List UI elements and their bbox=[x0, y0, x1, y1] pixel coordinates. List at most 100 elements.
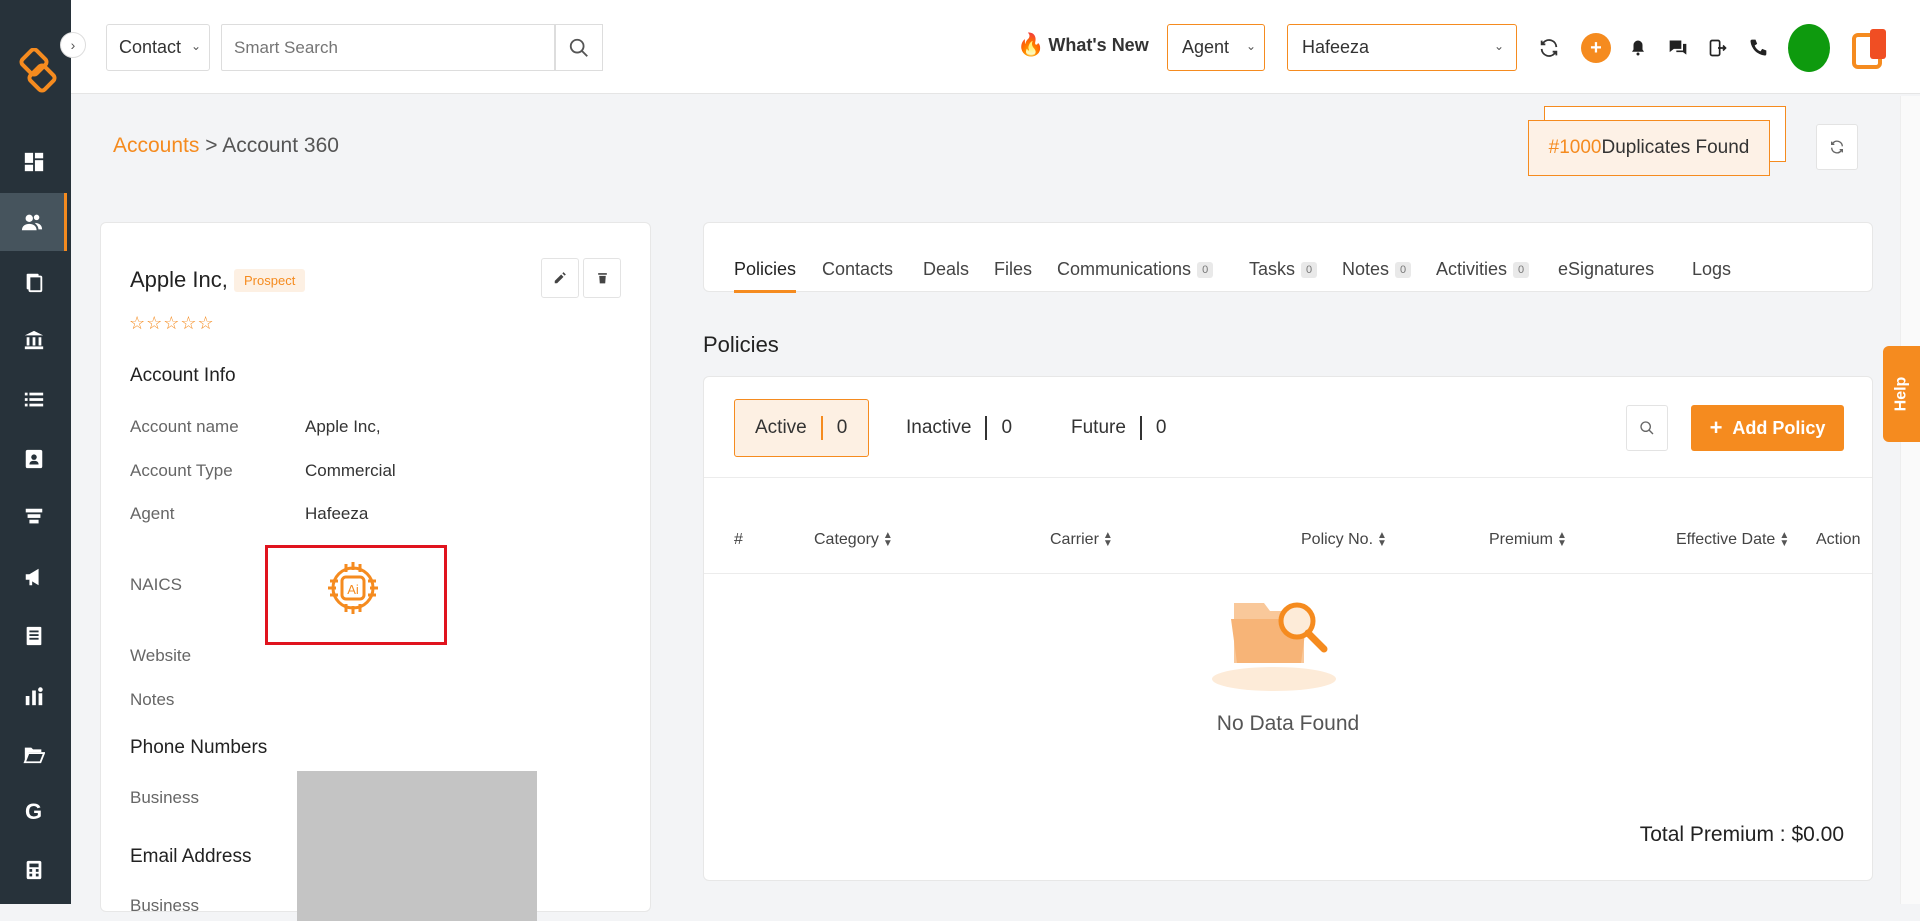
column-header-carrier[interactable]: Carrier ▲ ▼ bbox=[1050, 531, 1113, 549]
tab-deals[interactable]: Deals bbox=[923, 259, 969, 280]
filter-future[interactable]: Future 0 bbox=[1071, 399, 1167, 457]
chat-icon[interactable] bbox=[1666, 36, 1690, 60]
folder-open-icon[interactable] bbox=[0, 725, 67, 783]
column-header-premium[interactable]: Premium ▲ ▼ bbox=[1489, 531, 1567, 549]
empty-folder-icon bbox=[1212, 602, 1336, 691]
account-type-label: Account Type bbox=[130, 461, 233, 480]
page-scrollbar[interactable] bbox=[1900, 96, 1920, 904]
tab-files[interactable]: Files bbox=[994, 259, 1032, 280]
search-button[interactable] bbox=[555, 24, 603, 71]
contact-card-icon[interactable] bbox=[0, 430, 67, 488]
filter-count: 0 bbox=[1155, 417, 1167, 438]
account-type-value: Commercial bbox=[305, 461, 396, 480]
filter-active[interactable]: Active 0 bbox=[734, 399, 869, 457]
user-avatar[interactable] bbox=[1788, 24, 1830, 72]
account-name-value: Apple Inc, bbox=[305, 417, 381, 436]
app-switcher-icon[interactable] bbox=[1852, 27, 1888, 71]
tab-label: eSignatures bbox=[1558, 259, 1655, 279]
smart-search-input[interactable] bbox=[221, 24, 555, 71]
email-address-title: Email Address bbox=[130, 846, 252, 867]
total-premium: Total Premium : $0.00 bbox=[1639, 823, 1844, 846]
tab-label: Contacts bbox=[822, 259, 894, 279]
whats-new-link[interactable]: 🔥 What's New bbox=[1017, 32, 1149, 58]
filter-count: 0 bbox=[1001, 417, 1013, 438]
breadcrumb-separator: > bbox=[205, 134, 218, 157]
divider bbox=[704, 573, 1872, 574]
tab-contacts[interactable]: Contacts bbox=[822, 259, 893, 280]
tab-esignatures[interactable]: eSignatures bbox=[1558, 259, 1654, 280]
sort-icon: ▲ ▼ bbox=[882, 530, 893, 549]
notes-icon[interactable] bbox=[0, 607, 67, 665]
column-header-policy-no[interactable]: Policy No. ▲ ▼ bbox=[1301, 531, 1387, 549]
column-label: Carrier bbox=[1050, 531, 1099, 548]
tab-communications[interactable]: Communications 0 bbox=[1057, 259, 1214, 280]
breadcrumb-accounts-link[interactable]: Accounts bbox=[113, 134, 199, 157]
contact-type-select[interactable]: Contact ⌄ bbox=[106, 24, 210, 71]
notes-label: Notes bbox=[130, 690, 175, 709]
filter-label: Future bbox=[1071, 417, 1126, 438]
agent-value: Hafeeza bbox=[305, 504, 369, 523]
policy-search-button[interactable] bbox=[1626, 405, 1668, 451]
tab-label: Deals bbox=[923, 259, 970, 279]
account-details-card: Apple Inc, Prospect ☆☆☆☆☆ Account Info A… bbox=[100, 222, 651, 921]
delete-account-button[interactable] bbox=[583, 258, 621, 298]
refresh-icon bbox=[1831, 140, 1843, 154]
sidebar-toggle-button[interactable]: › bbox=[60, 32, 86, 58]
help-tab-button[interactable]: Help bbox=[1883, 346, 1920, 442]
tab-count: 0 bbox=[1197, 261, 1214, 278]
accounts-icon[interactable] bbox=[0, 193, 67, 251]
svg-text:Ai: Ai bbox=[347, 582, 359, 597]
ai-chip-icon[interactable]: Ai bbox=[322, 554, 384, 622]
tab-tasks[interactable]: Tasks 0 bbox=[1249, 259, 1318, 280]
column-header-action: Action bbox=[1816, 531, 1860, 549]
tab-count: 0 bbox=[1301, 261, 1318, 278]
tab-count: 0 bbox=[1513, 261, 1530, 278]
active-tab-indicator bbox=[734, 290, 796, 293]
reports-icon[interactable] bbox=[0, 667, 67, 725]
tab-policies[interactable]: Policies bbox=[734, 259, 796, 280]
filter-inactive[interactable]: Inactive 0 bbox=[906, 399, 1012, 457]
mobile-transfer-icon[interactable] bbox=[1706, 36, 1730, 60]
column-label: # bbox=[734, 531, 743, 548]
account-name-heading: Apple Inc, bbox=[130, 267, 228, 292]
tab-logs[interactable]: Logs bbox=[1692, 259, 1731, 280]
website-label: Website bbox=[130, 646, 192, 665]
calculator-icon[interactable] bbox=[0, 841, 67, 899]
user-select[interactable]: Hafeeza ⌄ bbox=[1287, 24, 1517, 71]
duplicates-text: Duplicates Found bbox=[1601, 137, 1750, 158]
bell-icon[interactable] bbox=[1626, 36, 1650, 60]
chevron-down-icon: ⌄ bbox=[1493, 39, 1504, 53]
tab-notes[interactable]: Notes 0 bbox=[1342, 259, 1412, 280]
edit-account-button[interactable] bbox=[541, 258, 579, 298]
documents-icon[interactable] bbox=[0, 253, 67, 311]
fire-icon: 🔥 bbox=[1017, 32, 1045, 57]
tab-activities[interactable]: Activities 0 bbox=[1436, 259, 1530, 280]
quick-add-button[interactable]: + bbox=[1581, 33, 1611, 63]
bank-icon[interactable] bbox=[0, 311, 67, 369]
chevron-down-icon: ⌄ bbox=[1245, 39, 1256, 53]
policies-card: Active 0 Inactive 0 Future 0 + Add Polic… bbox=[703, 376, 1873, 881]
refresh-button[interactable] bbox=[1816, 124, 1858, 170]
sync-icon[interactable] bbox=[1537, 36, 1561, 60]
megaphone-icon[interactable] bbox=[0, 548, 67, 606]
sort-icon: ▲ ▼ bbox=[1102, 530, 1113, 549]
duplicates-count: #1000 bbox=[1548, 137, 1602, 158]
rating-stars[interactable]: ☆☆☆☆☆ bbox=[129, 313, 215, 334]
brand-logo-icon[interactable] bbox=[18, 48, 58, 94]
add-policy-button[interactable]: + Add Policy bbox=[1691, 405, 1844, 451]
dashboard-icon[interactable] bbox=[0, 133, 67, 191]
column-header-category[interactable]: Category ▲ ▼ bbox=[814, 531, 893, 549]
phone-icon[interactable] bbox=[1746, 36, 1770, 60]
google-icon[interactable]: G bbox=[0, 783, 67, 841]
email-business-label: Business bbox=[130, 896, 199, 915]
contact-type-value: Contact bbox=[119, 37, 182, 57]
list-icon[interactable] bbox=[0, 371, 67, 429]
duplicates-found-button[interactable]: #1000 Duplicates Found bbox=[1528, 106, 1790, 176]
sort-icon: ▲ ▼ bbox=[1779, 530, 1790, 549]
agent-select[interactable]: Agent ⌄ bbox=[1167, 24, 1265, 71]
breadcrumb-current: Account 360 bbox=[222, 134, 339, 157]
tab-label: Activities bbox=[1436, 259, 1508, 279]
column-header-effective-date[interactable]: Effective Date ▲ ▼ bbox=[1676, 531, 1789, 549]
tab-label: Tasks bbox=[1249, 259, 1296, 279]
funnel-icon[interactable] bbox=[0, 488, 67, 546]
